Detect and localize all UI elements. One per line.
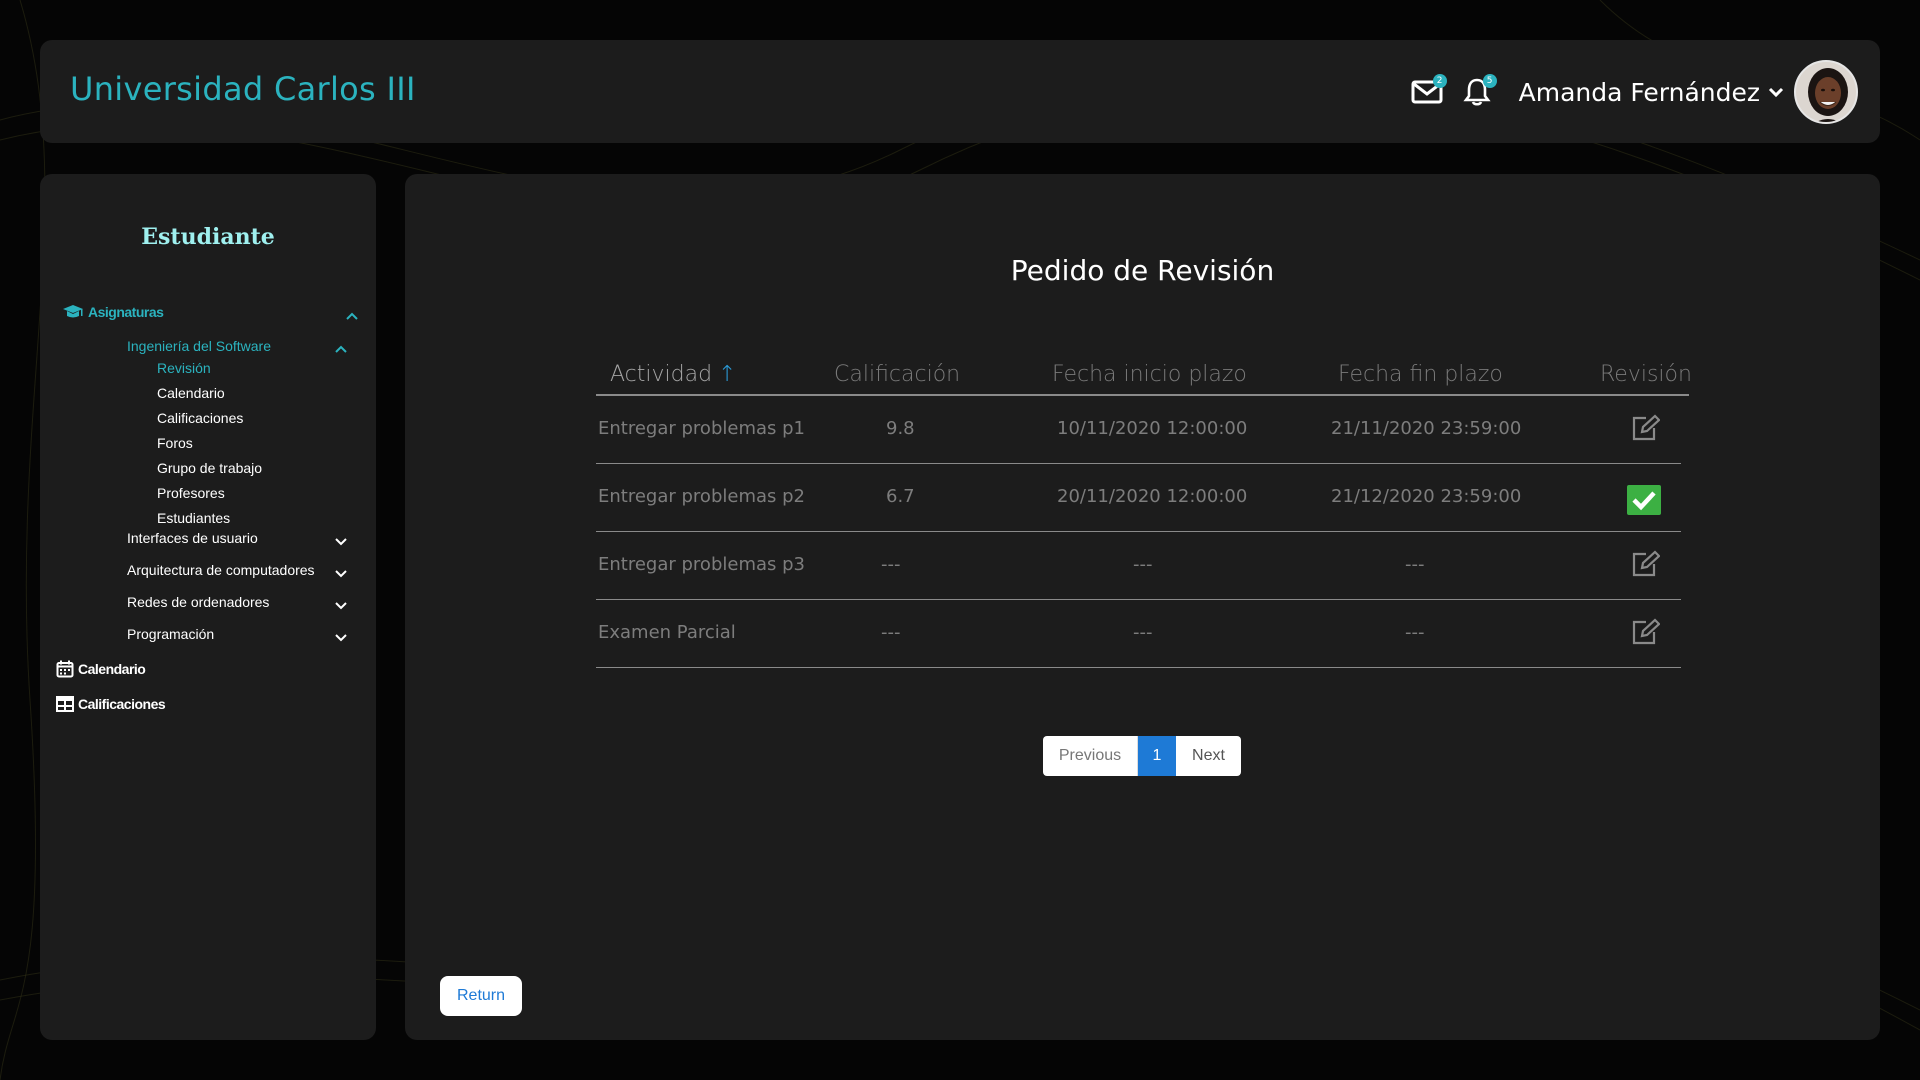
cell-fecha-inicio: 10/11/2020 12:00:00 [1057,418,1248,439]
subject-label: Redes de ordenadores [127,594,270,610]
chevron-up-icon[interactable] [335,345,347,353]
sidebar-leaf-estudiantes[interactable]: Estudiantes [157,510,230,526]
sidebar-item-label: Calendario [78,661,146,677]
cell-fecha-fin: --- [1405,554,1425,575]
table-row: Entregar problemas p3 --- --- --- [596,532,1681,600]
table-row: Entregar problemas p1 9.8 10/11/2020 12:… [596,396,1681,464]
cell-calificacion: 6.7 [886,486,915,507]
table-header: Actividad ↑ Calificación Fecha inicio pla… [596,356,1692,396]
cell-actividad: Entregar problemas p1 [598,418,805,439]
sidebar-leaf-revision[interactable]: Revisión [157,360,211,376]
sidebar-subject-programacion[interactable]: Programación [127,626,214,642]
chevron-down-icon[interactable] [335,570,347,578]
cell-fecha-inicio: --- [1133,622,1153,643]
subject-label: Ingeniería del Software [127,338,271,354]
leaf-label: Grupo de trabajo [157,460,263,476]
chevron-up-icon[interactable] [346,312,358,320]
user-name[interactable]: Amanda Fernández [1519,78,1760,107]
edit-icon[interactable] [1630,414,1660,442]
user-area: 2 5 Amanda Fernández [1407,58,1858,126]
chevron-down-icon[interactable] [335,538,347,546]
cell-actividad: Entregar problemas p3 [598,554,805,575]
sidebar-item-calendario[interactable]: Calendario [56,660,146,678]
sidebar-item-label: Asignaturas [88,304,164,320]
sidebar-leaf-calendario[interactable]: Calendario [157,385,225,401]
cell-fecha-fin: 21/12/2020 23:59:00 [1331,486,1522,507]
column-header-fecha-inicio[interactable]: Fecha inicio plazo [1052,362,1247,387]
column-header-actividad[interactable]: Actividad ↑ [610,362,736,387]
column-label: Actividad [610,362,713,387]
sort-ascending-icon: ↑ [718,362,737,387]
edit-icon[interactable] [1630,618,1660,646]
subject-label: Programación [127,626,215,642]
chevron-down-icon[interactable] [335,602,347,610]
next-page-button[interactable]: Next [1176,736,1241,776]
role-title: Estudiante [141,224,275,250]
chevron-down-icon[interactable] [1768,86,1784,98]
cell-fecha-inicio: --- [1133,554,1153,575]
chevron-down-icon[interactable] [335,634,347,642]
column-header-calificacion[interactable]: Calificación [834,362,960,387]
notifications-button[interactable]: 5 [1457,72,1497,112]
edit-icon[interactable] [1630,550,1660,578]
table-row: Entregar problemas p2 6.7 20/11/2020 12:… [596,464,1681,532]
cell-fecha-fin: --- [1405,622,1425,643]
sidebar-subject-ingenieria-software[interactable]: Ingeniería del Software [127,338,271,354]
notification-count-badge: 5 [1482,74,1497,88]
cell-actividad: Entregar problemas p2 [598,486,805,507]
calendar-icon [56,660,74,678]
table-row: Examen Parcial --- --- --- [596,600,1681,668]
check-square-icon [1627,485,1661,515]
cell-calificacion: --- [881,622,901,643]
revision-table: Actividad ↑ Calificación Fecha inicio pla… [596,356,1692,668]
user-portrait-icon [1796,62,1856,122]
main-panel: Pedido de Revisión Actividad ↑ Calificaci… [405,174,1880,1040]
leaf-label: Revisión [157,360,211,376]
brand-title[interactable]: Universidad Carlos III [70,70,416,108]
sidebar-leaf-profesores[interactable]: Profesores [157,485,225,501]
cell-actividad: Examen Parcial [598,622,736,643]
sidebar-subject-interfaces[interactable]: Interfaces de usuario [127,530,258,546]
leaf-label: Estudiantes [157,510,231,526]
top-bar: Universidad Carlos III 2 5 Amanda Fernán… [40,40,1880,143]
page-1-button[interactable]: 1 [1138,736,1176,776]
sidebar-subject-arquitectura[interactable]: Arquitectura de computadores [127,562,315,578]
avatar[interactable] [1794,60,1858,124]
subject-label: Interfaces de usuario [127,530,258,546]
sidebar: Estudiante Asignaturas Ingeniería del So… [40,174,376,1040]
pagination: Previous 1 Next [1043,736,1241,776]
graduation-cap-icon [63,305,83,318]
leaf-label: Foros [157,435,193,451]
cell-calificacion: 9.8 [886,418,915,439]
leaf-label: Calendario [157,385,225,401]
previous-page-button[interactable]: Previous [1043,736,1138,776]
sidebar-leaf-calificaciones[interactable]: Calificaciones [157,410,243,426]
page-title: Pedido de Revisión [1010,254,1275,287]
sidebar-leaf-foros[interactable]: Foros [157,435,193,451]
cell-fecha-inicio: 20/11/2020 12:00:00 [1057,486,1248,507]
return-button[interactable]: Return [440,976,522,1016]
mail-button[interactable]: 2 [1407,72,1447,112]
sidebar-item-asignaturas[interactable]: Asignaturas [62,304,164,320]
subject-label: Arquitectura de computadores [127,562,315,578]
cell-calificacion: --- [881,554,901,575]
column-header-fecha-fin[interactable]: Fecha fin plazo [1338,362,1503,387]
sidebar-item-label: Calificaciones [78,696,166,712]
cell-fecha-fin: 21/11/2020 23:59:00 [1331,418,1522,439]
leaf-label: Calificaciones [157,410,244,426]
table-icon [56,696,74,712]
leaf-label: Profesores [157,485,225,501]
mail-count-badge: 2 [1432,74,1447,88]
sidebar-item-calificaciones[interactable]: Calificaciones [56,696,166,712]
sidebar-leaf-grupo-trabajo[interactable]: Grupo de trabajo [157,460,262,476]
sidebar-subject-redes[interactable]: Redes de ordenadores [127,594,269,610]
column-header-revision[interactable]: Revisión [1600,362,1692,387]
